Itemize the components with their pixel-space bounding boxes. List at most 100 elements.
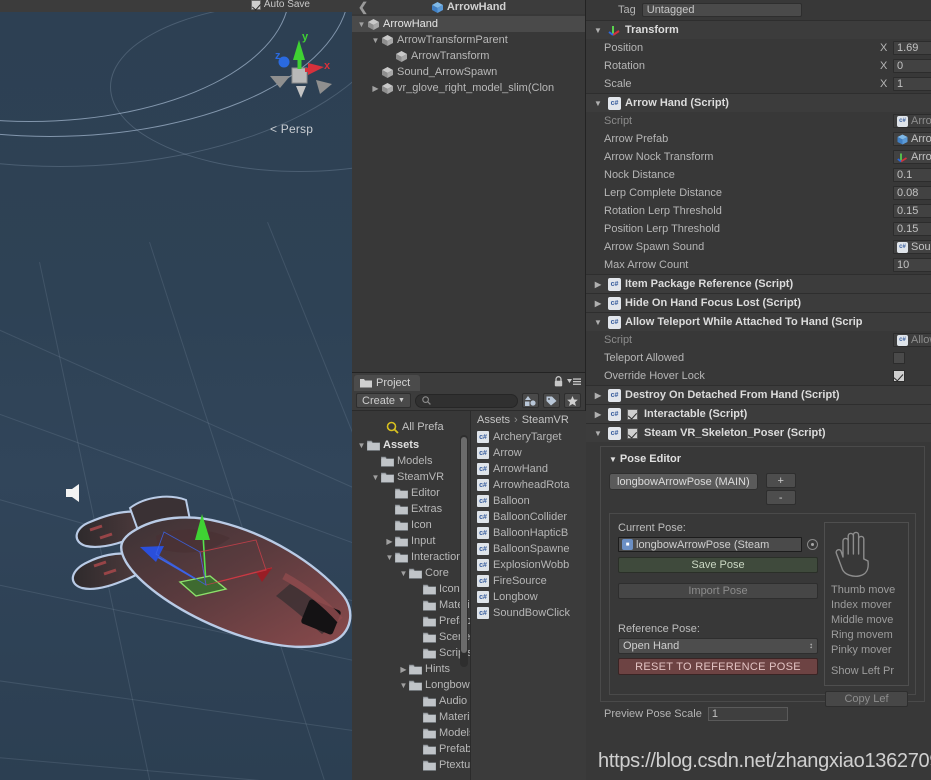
copy-left-pose-button[interactable]: Copy Lef bbox=[825, 691, 908, 707]
property-row-lerp-complete-distance[interactable]: Lerp Complete Distance 0.08 bbox=[586, 184, 931, 202]
arrow-hand-rows[interactable]: Script c# Arro Arrow Prefab Arro Arrow Nock T… bbox=[586, 112, 931, 274]
chevron-right-icon[interactable]: ▶ bbox=[592, 280, 604, 289]
property-row-position-lerp-threshold[interactable]: Position Lerp Threshold 0.15 bbox=[586, 220, 931, 238]
component-header-transform[interactable]: ▼ Transform bbox=[586, 20, 931, 39]
project-tabbar[interactable]: Project bbox=[352, 373, 585, 391]
scene-orientation-gizmo[interactable]: y z x bbox=[258, 30, 342, 114]
project-folder-assets[interactable]: ▼ Assets bbox=[352, 437, 470, 453]
project-body[interactable]: All Prefa ▼ Assets Models ▼ SteamVR Editor Ext… bbox=[352, 411, 586, 780]
tab-project[interactable]: Project bbox=[354, 375, 421, 391]
project-folder-materials[interactable]: Materials bbox=[352, 597, 470, 613]
breadcrumb-steamvr[interactable]: SteamVR bbox=[522, 414, 569, 426]
lock-icon[interactable] bbox=[554, 376, 563, 387]
property-value[interactable]: Arro bbox=[893, 132, 931, 146]
inspector-panel[interactable]: Tag Untagged ▼ Transform Position X 1.69 Ro… bbox=[586, 0, 931, 780]
finger-movement-label[interactable]: Index mover bbox=[831, 599, 903, 614]
property-value[interactable]: 10 bbox=[893, 258, 931, 272]
asset-item-balloon[interactable]: c# Balloon bbox=[471, 493, 586, 509]
asset-rows[interactable]: c# ArcheryTarget c# Arrow c# ArrowHand c# Arrow… bbox=[471, 429, 586, 621]
current-pose-field[interactable]: ■ longbowArrowPose (Steam bbox=[618, 537, 802, 552]
pose-editor-box[interactable]: ▼ Pose Editor longbowArrowPose (MAIN) + … bbox=[600, 446, 925, 707]
asset-item-balloonspawne[interactable]: c# BalloonSpawne bbox=[471, 541, 586, 557]
pose-editor-title[interactable]: ▼ Pose Editor bbox=[609, 453, 916, 465]
chevron-down-icon[interactable]: ▼ bbox=[356, 441, 367, 450]
asset-item-soundbowclick[interactable]: c# SoundBowClick bbox=[471, 605, 586, 621]
finger-movement-labels[interactable]: Thumb move Index mover Middle move Ring mov… bbox=[831, 584, 903, 659]
project-folder-scenes[interactable]: Scenes bbox=[352, 629, 470, 645]
pose-tab-row[interactable]: longbowArrowPose (MAIN) + - bbox=[609, 473, 916, 505]
filter-type-button[interactable] bbox=[522, 393, 539, 408]
perspective-label[interactable]: < Persp bbox=[270, 122, 313, 136]
chevron-down-icon[interactable]: ▼ bbox=[370, 473, 381, 482]
scrollbar-thumb[interactable] bbox=[461, 437, 467, 653]
project-folder-hints[interactable]: ▶ Hints bbox=[352, 661, 470, 677]
project-tree-scrollbar[interactable] bbox=[460, 435, 468, 667]
component-enabled-checkbox[interactable] bbox=[627, 427, 638, 439]
property-value[interactable]: Arro bbox=[893, 150, 931, 164]
chevron-down-icon[interactable]: ▼ bbox=[384, 553, 395, 562]
property-row-script[interactable]: Script c# Arro bbox=[586, 112, 931, 130]
project-folder-audio[interactable]: Audio bbox=[352, 693, 470, 709]
project-folder-tree[interactable]: ▼ Assets Models ▼ SteamVR Editor Extras Icon ▶ In… bbox=[352, 435, 470, 773]
component-header-destroy-on-detached[interactable]: ▶ c# Destroy On Detached From Hand (Scri… bbox=[586, 385, 931, 404]
chevron-left-icon[interactable]: ❮ bbox=[358, 0, 368, 14]
filter-label-button[interactable] bbox=[543, 393, 560, 408]
hierarchy-item-arrowhand[interactable]: ▼ ArrowHand bbox=[352, 16, 585, 32]
chevron-down-icon[interactable]: ▼ bbox=[398, 681, 409, 690]
property-row-nock-distance[interactable]: Nock Distance 0.1 bbox=[586, 166, 931, 184]
asset-item-longbow[interactable]: c# Longbow bbox=[471, 589, 586, 605]
project-folder-ptextures[interactable]: Ptextures bbox=[352, 757, 470, 773]
chevron-right-icon[interactable]: ▶ bbox=[592, 410, 604, 419]
preview-pose-scale-input[interactable]: 1 bbox=[707, 707, 788, 721]
reference-pose-section[interactable]: Reference Pose: Open Hand ↕ RESET TO REF… bbox=[618, 623, 818, 675]
auto-save-toggle[interactable]: Auto Save bbox=[250, 0, 310, 10]
property-row-teleport-allowed[interactable]: Teleport Allowed bbox=[586, 349, 931, 367]
property-value[interactable]: 1.69 bbox=[893, 41, 931, 55]
pose-editor-section[interactable]: ▼ Pose Editor longbowArrowPose (MAIN) + … bbox=[586, 442, 931, 721]
auto-save-checkbox-icon[interactable] bbox=[250, 0, 261, 10]
create-button[interactable]: Create ▼ bbox=[356, 393, 411, 408]
hierarchy-item-vr-glove-right-model-slim-clon[interactable]: ▶ vr_glove_right_model_slim(Clon bbox=[352, 80, 585, 96]
project-folder-longbow[interactable]: ▼ Longbow bbox=[352, 677, 470, 693]
show-left-preview-label[interactable]: Show Left Pr bbox=[831, 665, 903, 680]
reference-pose-dropdown[interactable]: Open Hand ↕ bbox=[618, 638, 818, 654]
remove-pose-button[interactable]: - bbox=[765, 490, 796, 505]
pose-tab-main[interactable]: longbowArrowPose (MAIN) bbox=[609, 473, 758, 490]
finger-movement-label[interactable]: Middle move bbox=[831, 614, 903, 629]
hierarchy-item-arrowtransformparent[interactable]: ▼ ArrowTransformParent bbox=[352, 32, 585, 48]
teleport-rows[interactable]: Script c#Allow Teleport Allowed Override Ho… bbox=[586, 331, 931, 385]
property-row-arrow-prefab[interactable]: Arrow Prefab Arro bbox=[586, 130, 931, 148]
chevron-right-icon[interactable]: ▶ bbox=[592, 299, 604, 308]
hierarchy-list[interactable]: ▼ ArrowHand ▼ ArrowTransformParent ArrowTran… bbox=[352, 14, 585, 96]
project-folder-steamvr[interactable]: ▼ SteamVR bbox=[352, 469, 470, 485]
import-pose-button[interactable]: Import Pose bbox=[618, 583, 818, 599]
chevron-down-icon[interactable]: ▼ bbox=[398, 569, 409, 578]
property-value[interactable]: 0 bbox=[893, 59, 931, 73]
component-header-skeleton-poser[interactable]: ▼ c# Steam VR_Skeleton_Poser (Script) bbox=[586, 423, 931, 442]
chevron-down-icon[interactable]: ▼ bbox=[592, 26, 604, 35]
component-header-arrow-hand[interactable]: ▼ c# Arrow Hand (Script) bbox=[586, 93, 931, 112]
chevron-down-icon[interactable]: ▼ bbox=[609, 455, 617, 464]
all-prefabs-filter[interactable]: All Prefa bbox=[352, 419, 470, 435]
transform-rows[interactable]: Position X 1.69 Rotation X 0 Scale X 1 bbox=[586, 39, 931, 93]
property-value[interactable]: c#Soun bbox=[893, 240, 931, 254]
current-pose-row[interactable]: ■ longbowArrowPose (Steam bbox=[618, 537, 818, 552]
asset-item-firesource[interactable]: c# FireSource bbox=[471, 573, 586, 589]
project-folder-extras[interactable]: Extras bbox=[352, 501, 470, 517]
property-checkbox[interactable] bbox=[893, 370, 905, 382]
chevron-right-icon[interactable]: ▶ bbox=[398, 665, 409, 674]
tag-row[interactable]: Tag Untagged bbox=[586, 0, 931, 20]
speaker-icon[interactable] bbox=[64, 483, 86, 503]
hierarchy-item-sound-arrowspawn[interactable]: Sound_ArrowSpawn bbox=[352, 64, 585, 80]
asset-item-ballooncollider[interactable]: c# BalloonCollider bbox=[471, 509, 586, 525]
asset-item-explosionwobb[interactable]: c# ExplosionWobb bbox=[471, 557, 586, 573]
finger-movement-label[interactable]: Ring movem bbox=[831, 629, 903, 644]
vr-glove-model[interactable] bbox=[60, 492, 352, 752]
chevron-down-icon[interactable]: ▼ bbox=[592, 318, 604, 327]
project-folder-icons[interactable]: Icons bbox=[352, 581, 470, 597]
asset-item-arrowhand[interactable]: c# ArrowHand bbox=[471, 461, 586, 477]
add-pose-button[interactable]: + bbox=[765, 473, 796, 488]
project-panel[interactable]: Project Create ▼ All Prefa ▼ Assets Mode… bbox=[352, 372, 586, 780]
property-checkbox[interactable] bbox=[893, 352, 905, 364]
favorites-button[interactable] bbox=[564, 393, 581, 408]
